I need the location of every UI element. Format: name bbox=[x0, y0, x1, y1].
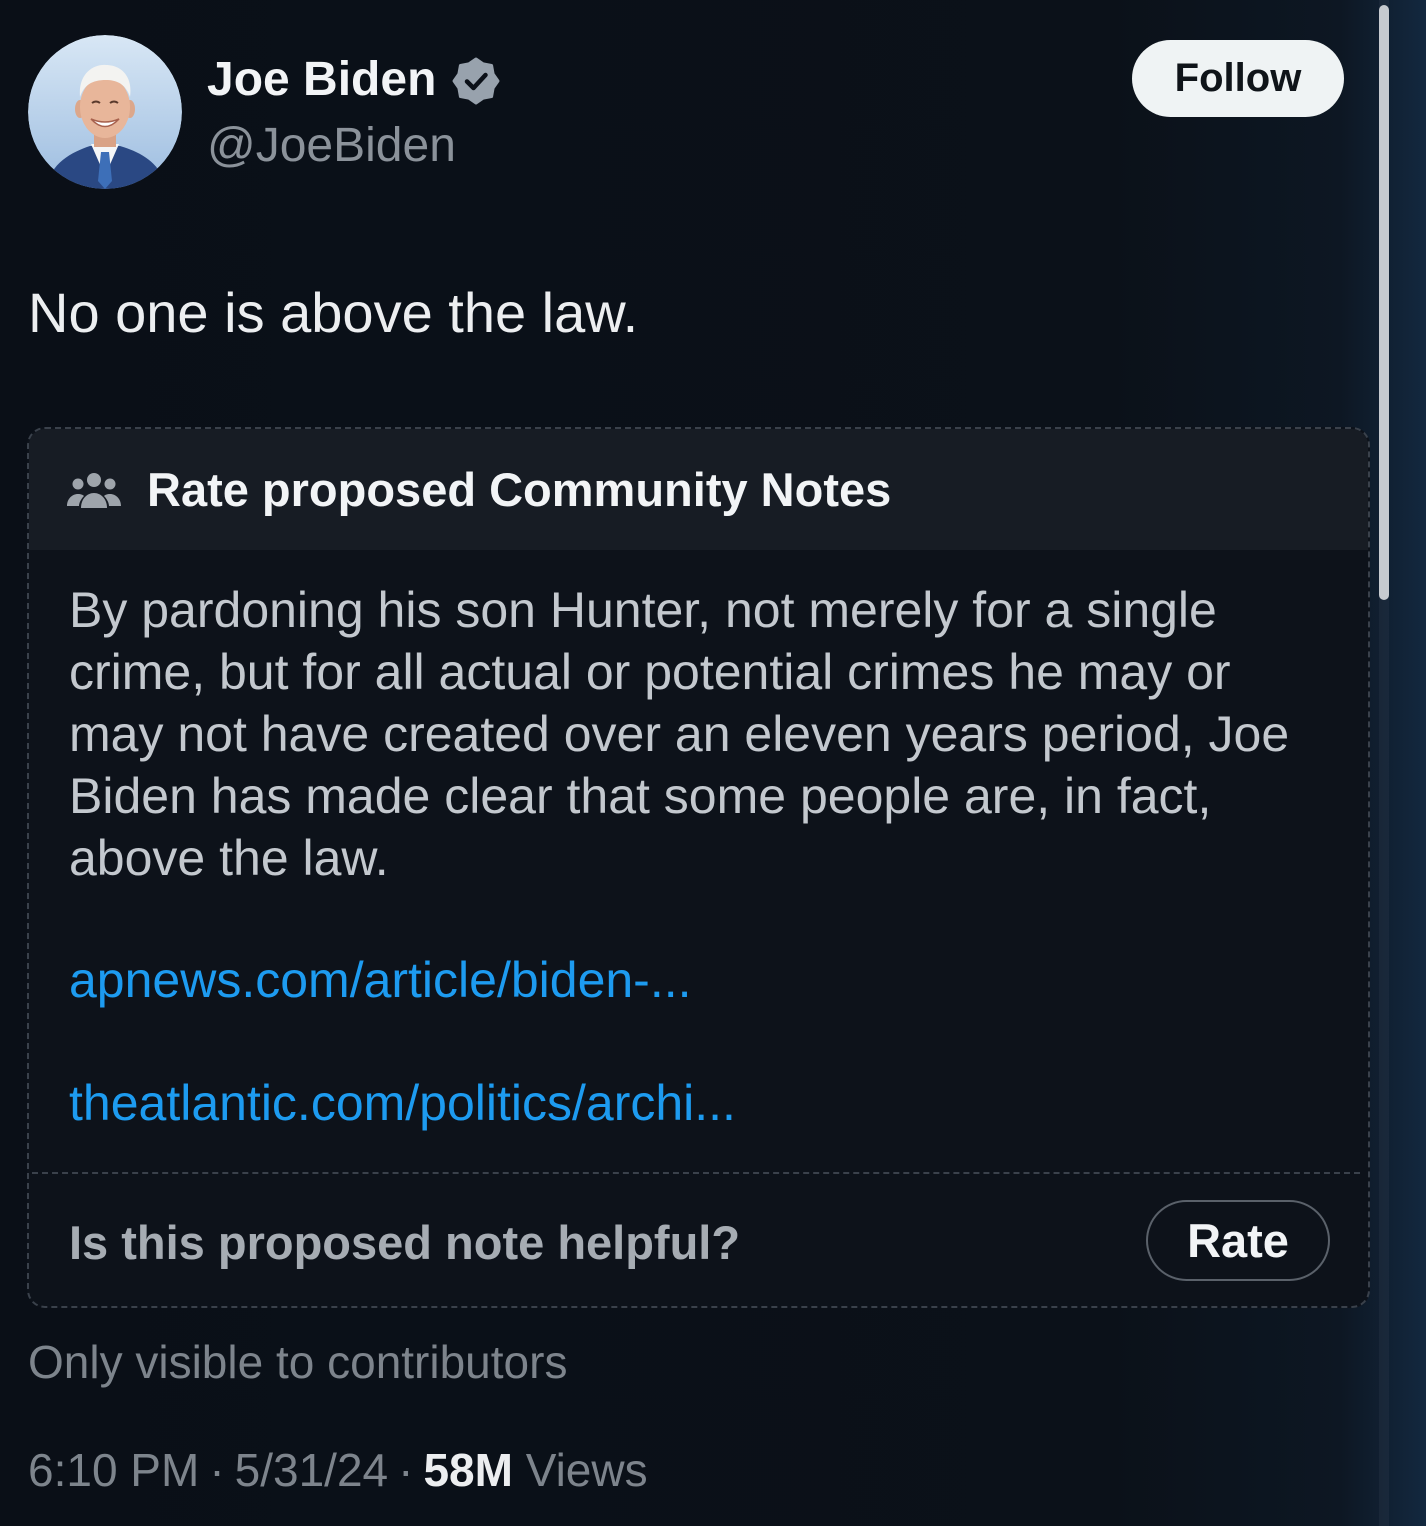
views-count: 58M bbox=[423, 1444, 513, 1496]
note-text-line: above the law. bbox=[69, 830, 389, 886]
note-text-line: Biden has made clear that some people ar… bbox=[69, 768, 1212, 824]
author-handle[interactable]: @JoeBiden bbox=[207, 118, 456, 174]
rate-button[interactable]: Rate bbox=[1146, 1200, 1330, 1281]
separator: · bbox=[209, 1444, 225, 1496]
tweet-date[interactable]: 5/31/24 bbox=[235, 1444, 388, 1496]
note-text-line: crime, but for all actual or potential c… bbox=[69, 644, 1231, 700]
community-note-header: Rate proposed Community Notes bbox=[29, 429, 1368, 550]
community-icon bbox=[67, 469, 121, 511]
tweet-detail-view: Joe Biden @JoeBiden Follow No one is abo… bbox=[0, 0, 1426, 1526]
follow-button[interactable]: Follow bbox=[1132, 40, 1344, 117]
divider bbox=[32, 1172, 1360, 1174]
helpful-prompt: Is this proposed note helpful? bbox=[69, 1216, 741, 1269]
avatar[interactable] bbox=[28, 35, 182, 189]
visibility-note: Only visible to contributors bbox=[28, 1336, 568, 1388]
tweet-text: No one is above the law. bbox=[28, 281, 639, 344]
verified-badge-icon[interactable] bbox=[452, 57, 500, 105]
tweet-meta: 6:10 PM · 5/31/24 · 58M Views bbox=[28, 1443, 648, 1497]
community-note-title: Rate proposed Community Notes bbox=[147, 463, 892, 516]
profile-photo bbox=[28, 35, 182, 189]
note-text-line: By pardoning his son Hunter, not merely … bbox=[69, 582, 1217, 638]
separator: · bbox=[398, 1444, 414, 1496]
community-note-card: Rate proposed Community Notes By pardoni… bbox=[27, 427, 1370, 1308]
scrollbar-thumb[interactable] bbox=[1379, 5, 1389, 600]
tweet-time[interactable]: 6:10 PM bbox=[28, 1444, 199, 1496]
note-source-link[interactable]: theatlantic.com/politics/archi... bbox=[69, 1072, 736, 1134]
author-name[interactable]: Joe Biden bbox=[207, 52, 436, 108]
note-source-link[interactable]: apnews.com/article/biden-... bbox=[69, 949, 692, 1011]
note-text-line: may not have created over an eleven year… bbox=[69, 706, 1290, 762]
views-label: Views bbox=[525, 1444, 648, 1496]
